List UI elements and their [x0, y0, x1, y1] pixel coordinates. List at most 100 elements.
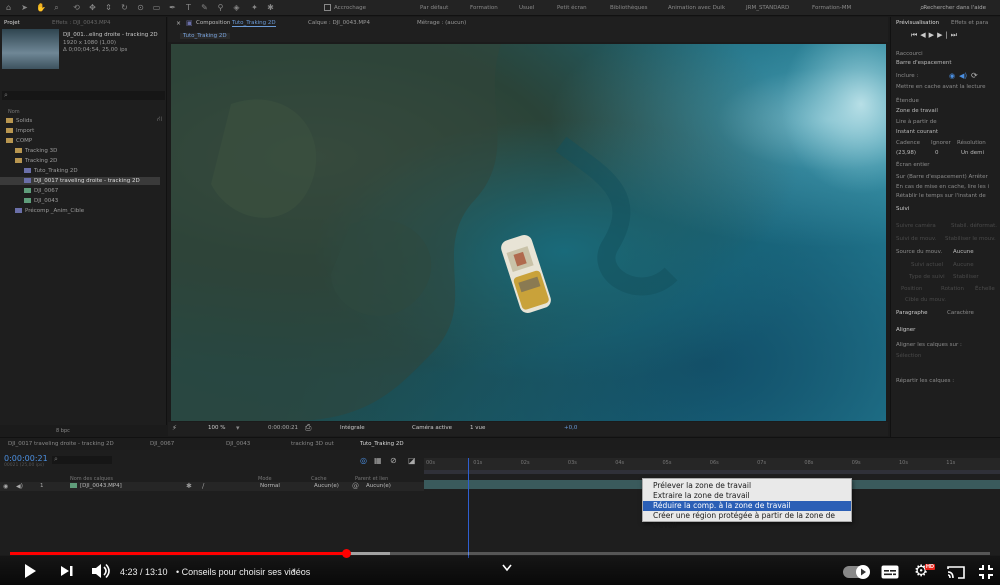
column-name-header[interactable]: Nom [8, 109, 20, 115]
shy-switch-icon[interactable]: ✱ [186, 482, 192, 490]
project-item[interactable]: Tuto_Traking 2D [0, 167, 160, 175]
project-item[interactable]: Import [0, 127, 160, 135]
fullscreen-checkbox[interactable]: Écran entier [896, 162, 930, 168]
draft-3d-icon[interactable]: ◪ [408, 456, 416, 465]
hand-tool-icon[interactable]: ✋ [36, 3, 46, 12]
workspace-7[interactable]: Formation-MM [812, 5, 851, 11]
option-position[interactable]: Position [901, 286, 922, 292]
context-menu-item[interactable]: Prélever la zone de travail [643, 481, 851, 491]
selection-tool-icon[interactable]: ➤ [20, 3, 29, 12]
quality-switch-icon[interactable]: / [202, 482, 204, 490]
timeline-tab[interactable]: DJI_0067 [150, 441, 174, 447]
current-track-select[interactable]: Aucune [953, 262, 974, 268]
playback-controls[interactable]: ⏮◀▶▶|⏭ [911, 31, 981, 40]
workspace-2[interactable]: Usuel [519, 5, 534, 11]
project-item[interactable]: DJI_0017 traveling droite - tracking 2D [0, 177, 160, 185]
project-item[interactable]: Précomp _Anim_Cible [0, 207, 160, 215]
work-area-bar[interactable] [424, 470, 1000, 474]
rotate-tool-icon[interactable]: ↻ [120, 3, 129, 12]
timeline-search-input[interactable]: ⌕ [52, 455, 112, 464]
pen-tool-icon[interactable]: ✒ [168, 3, 177, 12]
viewer-timecode[interactable]: 0:00:00:21 [268, 425, 298, 431]
motion-source-select[interactable]: Aucune [953, 249, 974, 255]
cache-checkbox-label[interactable]: Mettre en cache avant la lecture [896, 84, 986, 90]
workspace-6[interactable]: JRM_STANDARD [746, 5, 789, 11]
play-from-select[interactable]: Instant courant [896, 129, 938, 135]
project-item[interactable]: Tracking 2D [0, 157, 160, 165]
composition-viewer[interactable] [171, 44, 886, 421]
next-icon[interactable] [60, 565, 74, 577]
visibility-eye-icon[interactable]: ◉ [3, 483, 8, 490]
fast-preview-icon[interactable]: ⚡ [172, 424, 177, 432]
resolution-select-right[interactable]: Un demi [961, 150, 984, 156]
camera-snapshot-icon[interactable]: ⎙ [305, 423, 311, 433]
timeline-timecode[interactable]: 0:00:00:21 [4, 454, 48, 463]
search-help-field[interactable]: Rechercher dans l'aide [923, 5, 986, 11]
puppet-tool-icon[interactable]: ✱ [266, 3, 275, 12]
stop-cache-checkbox[interactable]: En cas de mise en cache, lire les i [896, 184, 996, 190]
track-motion-button[interactable]: Suivi de mouv. [896, 236, 936, 242]
fps-select[interactable]: (23,98) [896, 150, 916, 156]
subtitles-icon[interactable] [881, 565, 899, 579]
home-icon[interactable]: ⌂ [4, 3, 13, 12]
chevron-right-icon[interactable]: › [292, 565, 295, 575]
context-menu-item[interactable]: Créer une région protégée à partir de la… [643, 511, 851, 530]
option-scale[interactable]: Échelle [975, 286, 995, 292]
range-select[interactable]: Zone de travail [896, 108, 938, 114]
resolution-select[interactable]: Intégrale [340, 425, 365, 431]
workspace-3[interactable]: Petit écran [557, 5, 587, 11]
project-search-input[interactable]: ⌕ [2, 91, 165, 100]
tab-effects-presets[interactable]: Effets et para [951, 20, 988, 26]
tab-preview[interactable]: Prévisualisation [896, 20, 939, 26]
option-rotation[interactable]: Rotation [941, 286, 964, 292]
close-icon[interactable]: × [176, 20, 181, 27]
exposure-value[interactable]: +0,0 [564, 425, 577, 431]
layer-trkmat-select[interactable]: Aucun(e) [314, 483, 339, 489]
frame-blending-icon[interactable]: ▦ [374, 456, 382, 465]
tab-effects[interactable]: Effets : DJI_0043.MP4 [52, 20, 111, 26]
rectangle-tool-icon[interactable]: ▭ [152, 3, 161, 12]
tab-composition[interactable]: Composition [196, 20, 230, 26]
brush-tool-icon[interactable]: ✎ [200, 3, 209, 12]
text-tool-icon[interactable]: T [184, 3, 193, 12]
project-item[interactable]: Tracking 3D [0, 147, 160, 155]
skip-select[interactable]: 0 [935, 150, 939, 156]
workspace-1[interactable]: Formation [470, 5, 498, 11]
include-audio-icon[interactable]: ◀) [959, 72, 967, 80]
project-item[interactable]: DJI_0043 [0, 197, 160, 205]
track-camera-button[interactable]: Suivre caméra [896, 223, 936, 229]
context-menu-item[interactable]: Extraire la zone de travail [643, 491, 851, 501]
graph-editor-icon[interactable]: ⊘ [390, 456, 397, 465]
anchor-tool-icon[interactable]: ⊙ [136, 3, 145, 12]
shortcut-select[interactable]: Barre d'espacement [896, 60, 952, 66]
tab-project[interactable]: Projet [4, 20, 20, 26]
tab-align[interactable]: Aligner [896, 327, 915, 333]
project-item[interactable]: COMP [0, 137, 160, 145]
tab-composition-name[interactable]: Tuto_Traking 2D [232, 20, 276, 27]
stabilize-motion-button[interactable]: Stabiliser le mouv. [945, 236, 996, 242]
layer-row[interactable]: ◉ ◀) 1 [DJI_0043.MP4] ✱ / Normal Aucun(e… [0, 482, 424, 491]
breadcrumb[interactable]: Tuto_Traking 2D [180, 33, 230, 39]
tab-footage[interactable]: Métrage : (aucun) [417, 20, 466, 26]
layer-mode-select[interactable]: Normal [260, 483, 280, 489]
roto-tool-icon[interactable]: ✦ [250, 3, 259, 12]
chevron-down-icon[interactable] [502, 564, 512, 572]
bpc-label[interactable]: 8 bpc [56, 428, 70, 434]
playhead[interactable] [468, 458, 469, 558]
context-menu-item[interactable]: Réduire la comp. à la zone de travail [643, 501, 851, 511]
pan-tool-icon[interactable]: ✥ [88, 3, 97, 12]
timeline-tab[interactable]: tracking 3D out [291, 441, 334, 447]
dolly-tool-icon[interactable]: ⇕ [104, 3, 113, 12]
clone-tool-icon[interactable]: ⚲ [216, 3, 225, 12]
tab-layer[interactable]: Calque : DJI_0043.MP4 [308, 20, 370, 26]
video-chapter[interactable]: • Conseils pour choisir ses vidéos [176, 567, 310, 577]
include-video-icon[interactable]: ◉ [949, 72, 955, 80]
parent-pickwhip-icon[interactable]: @ [352, 482, 359, 490]
eraser-tool-icon[interactable]: ◈ [232, 3, 241, 12]
warp-stabilizer-button[interactable]: Stabil. déformat. [951, 223, 997, 229]
align-selection-select[interactable]: Sélection [896, 353, 921, 359]
views-select[interactable]: 1 vue [470, 425, 485, 431]
camera-select[interactable]: Caméra active [412, 425, 452, 431]
time-ruler[interactable]: 00s 01s 02s 03s 04s 05s 06s 07s 08s 09s 10s 11s [424, 458, 1000, 470]
workspace-4[interactable]: Bibliothèques [610, 5, 647, 11]
